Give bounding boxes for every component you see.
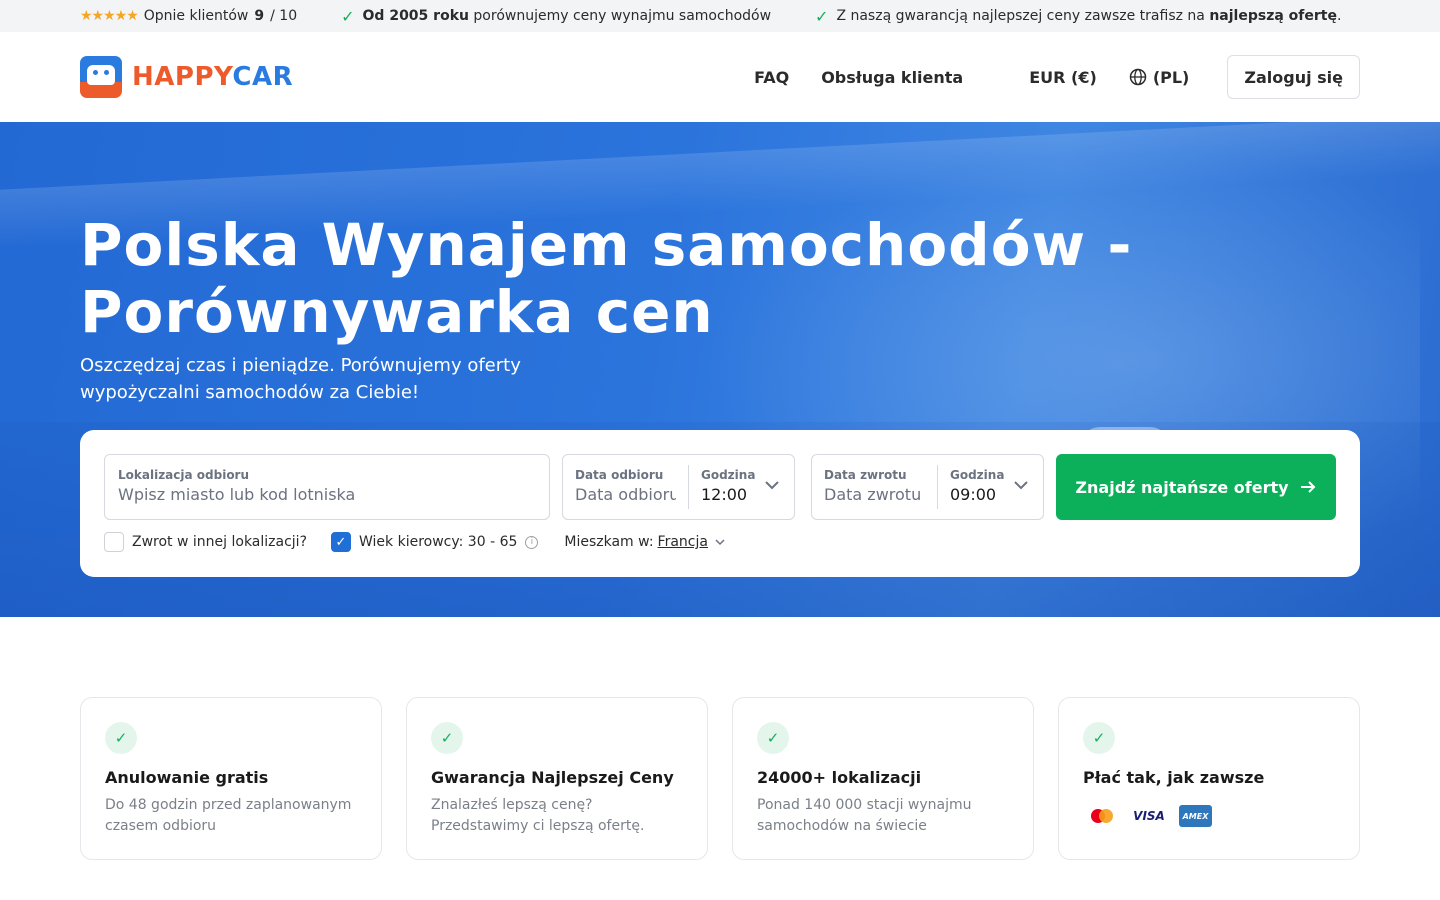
nav-faq[interactable]: FAQ	[754, 68, 789, 87]
hero-title: Polska Wynajem samochodów - Porównywarka…	[80, 211, 1133, 346]
pickup-location-input[interactable]: Lokalizacja odbioru Wpisz miasto lub kod…	[104, 454, 550, 520]
mastercard-icon	[1087, 806, 1119, 826]
globe-icon	[1129, 68, 1147, 86]
return-date-label: Data zwrotu	[824, 468, 907, 482]
feature-title: 24000+ lokalizacji	[757, 768, 922, 787]
feature-card-best-price: ✓ Gwarancja Najlepszej Ceny Znalazłeś le…	[406, 697, 708, 860]
star-icon: ★★★★★	[80, 8, 139, 24]
pickup-location-placeholder: Wpisz miasto lub kod lotniska	[118, 485, 356, 504]
login-button[interactable]: Zaloguj się	[1227, 55, 1360, 99]
usp1-bold: Od 2005 roku	[362, 8, 469, 24]
other-location-checkbox[interactable]	[104, 532, 124, 552]
happycar-logo[interactable]: HAPPYCAR	[80, 56, 293, 98]
feature-title: Anulowanie gratis	[105, 768, 269, 787]
feature-text: Ponad 140 000 stacji wynajmu samochodów …	[757, 797, 972, 834]
check-icon: ✓	[1083, 722, 1115, 754]
site-header: HAPPYCAR FAQ Obsługa klienta EUR (€) (PL…	[0, 32, 1440, 122]
customer-rating[interactable]: ★★★★★ Opnie klientów 9 / 10	[80, 8, 297, 24]
driver-age-checkbox[interactable]: ✓	[331, 532, 351, 552]
residence-country-link[interactable]: Francja	[658, 534, 708, 550]
visa-icon: VISA	[1133, 809, 1165, 823]
chevron-down-icon	[765, 481, 779, 490]
currency-selector[interactable]: EUR (€)	[1029, 68, 1097, 87]
residence-label: Mieszkam w:	[564, 534, 654, 550]
return-date-placeholder: Data zwrotu	[824, 485, 922, 504]
usp-since-2005: ✓ Od 2005 roku porównujemy ceny wynajmu …	[341, 7, 771, 26]
check-icon: ✓	[757, 722, 789, 754]
check-icon: ✓	[341, 6, 355, 26]
feature-title: Gwarancja Najlepszej Ceny	[431, 768, 674, 787]
chevron-down-icon	[1014, 481, 1028, 490]
logo-icon	[80, 56, 122, 98]
usp2-end: .	[1336, 8, 1342, 24]
feature-card-payment: ✓ Płać tak, jak zawsze VISA AMEX	[1058, 697, 1360, 860]
pickup-date-input[interactable]: Data odbioru Data odbioru	[563, 465, 689, 509]
other-location-label: Zwrot w innej lokalizacji?	[132, 534, 307, 550]
driver-age-option[interactable]: ✓ Wiek kierowcy: 30 - 65 i	[331, 532, 539, 552]
usp2-text: Z naszą gwarancją najlepszej ceny zawsze…	[836, 8, 1205, 24]
feature-card-locations: ✓ 24000+ lokalizacji Ponad 140 000 stacj…	[732, 697, 1034, 860]
pickup-date-time: Data odbioru Data odbioru Godzina 12:00	[562, 454, 795, 520]
chevron-down-icon	[715, 539, 725, 546]
rating-label: Opnie klientów	[143, 8, 249, 24]
top-info-bar: ★★★★★ Opnie klientów 9 / 10 ✓ Od 2005 ro…	[0, 0, 1440, 32]
pickup-date-placeholder: Data odbioru	[575, 485, 676, 504]
hero-subtitle: Oszczędzaj czas i pieniądze. Porównujemy…	[80, 355, 521, 403]
hero-section: Polska Wynajem samochodów - Porównywarka…	[0, 122, 1440, 617]
arrow-right-icon	[1300, 481, 1315, 493]
search-options: Zwrot w innej lokalizacji? ✓ Wiek kierow…	[104, 532, 726, 552]
return-date-input[interactable]: Data zwrotu Data zwrotu	[812, 465, 938, 509]
find-offers-button[interactable]: Znajdź najtańsze oferty	[1056, 454, 1336, 520]
pickup-time-select[interactable]: Godzina 12:00	[689, 455, 794, 519]
feature-cards: ✓ Anulowanie gratis Do 48 godzin przed z…	[80, 697, 1360, 860]
find-offers-label: Znajdź najtańsze oferty	[1075, 477, 1289, 497]
amex-icon: AMEX	[1179, 805, 1212, 827]
main-nav: FAQ Obsługa klienta EUR (€) (PL) Zaloguj…	[722, 55, 1360, 99]
pickup-location-label: Lokalizacja odbioru	[118, 468, 250, 482]
feature-text: Do 48 godzin przed zaplanowanym czasem o…	[105, 797, 352, 834]
language-label: (PL)	[1152, 67, 1190, 87]
other-location-option[interactable]: Zwrot w innej lokalizacji?	[104, 532, 307, 552]
driver-age-label: Wiek kierowcy: 30 - 65	[359, 534, 518, 550]
info-icon[interactable]: i	[525, 535, 539, 549]
logo-text-b: CAR	[232, 62, 294, 92]
usp1-text: porównujemy ceny wynajmu samochodów	[473, 8, 772, 24]
rating-value: 9	[254, 8, 265, 24]
check-icon: ✓	[105, 722, 137, 754]
pickup-date-label: Data odbioru	[575, 468, 664, 482]
nav-customer-service[interactable]: Obsługa klienta	[821, 68, 963, 87]
search-form: Lokalizacja odbioru Wpisz miasto lub kod…	[80, 430, 1360, 577]
residence-selector[interactable]: Mieszkam w: Francja	[564, 534, 726, 550]
feature-title: Płać tak, jak zawsze	[1083, 768, 1265, 787]
usp2-bold: najlepszą ofertę	[1209, 8, 1337, 24]
rating-scale: / 10	[270, 8, 298, 24]
feature-card-free-cancellation: ✓ Anulowanie gratis Do 48 godzin przed z…	[80, 697, 382, 860]
check-icon: ✓	[431, 722, 463, 754]
return-date-time: Data zwrotu Data zwrotu Godzina 09:00	[811, 454, 1044, 520]
check-icon: ✓	[815, 6, 829, 26]
payment-methods: VISA AMEX	[1083, 805, 1335, 827]
usp-best-price: ✓ Z naszą gwarancją najlepszej ceny zaws…	[815, 7, 1341, 26]
logo-text-a: HAPPY	[132, 62, 233, 92]
return-time-select[interactable]: Godzina 09:00	[938, 455, 1043, 519]
language-selector[interactable]: (PL)	[1129, 67, 1190, 87]
feature-text: Znalazłeś lepszą cenę? Przedstawimy ci l…	[431, 797, 645, 834]
